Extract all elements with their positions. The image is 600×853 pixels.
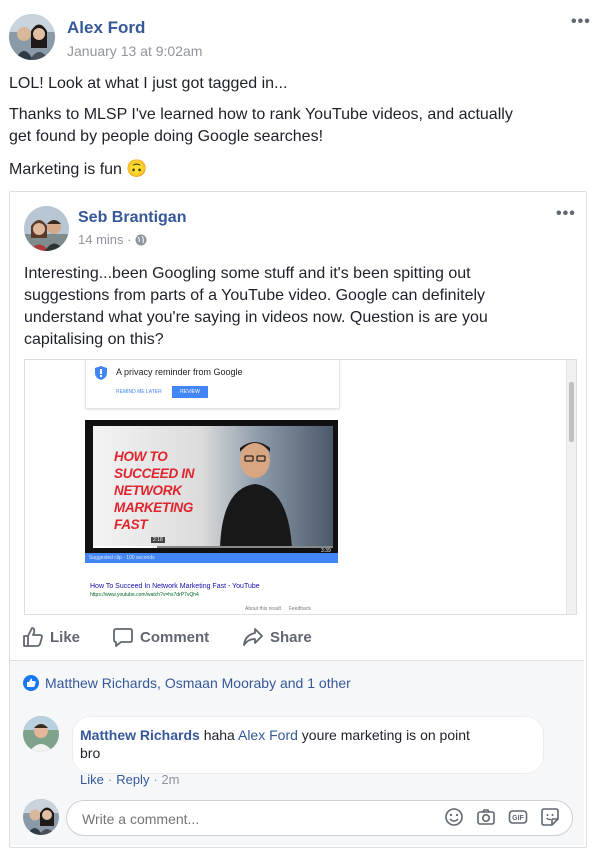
suggested-clip-bar: Suggested clip · 100 seconds — [85, 553, 338, 563]
comment-time[interactable]: · 2m — [153, 772, 179, 787]
commenter-avatar[interactable] — [23, 716, 59, 752]
svg-text:GIF: GIF — [512, 815, 524, 822]
author-avatar[interactable] — [9, 14, 55, 60]
remind-me-later-button: REMIND ME LATER — [116, 389, 162, 395]
marketing-text: Marketing is fun — [9, 161, 122, 178]
post-line-1: LOL! Look at what I just got tagged in..… — [9, 75, 288, 92]
reactions-summary[interactable]: Matthew Richards, Osmaan Mooraby and 1 o… — [23, 675, 351, 691]
shared-author-name[interactable]: Seb Brantigan — [78, 209, 186, 227]
privacy-reminder-title: A privacy reminder from Google — [116, 367, 243, 377]
comment-text-rest: youre marketing is on point — [301, 727, 470, 743]
privacy-reminder-card: A privacy reminder from Google REMIND ME… — [85, 360, 340, 409]
gif-icon[interactable]: GIF — [508, 807, 528, 827]
like-button[interactable]: Like — [22, 626, 80, 648]
shared-options-button[interactable]: ••• — [556, 205, 576, 223]
video-title-line: HOW TO — [114, 449, 168, 464]
video-person-illustration — [220, 442, 292, 548]
feedback-text: Feedback — [288, 606, 311, 612]
video-title-overlay: HOW TO SUCCEED IN NETWORK MARKETING FAST — [114, 448, 195, 533]
shared-author-avatar[interactable] — [24, 206, 69, 251]
post-timestamp[interactable]: January 13 at 9:02am — [67, 43, 202, 59]
comment-meta: Like · Reply · 2m — [80, 772, 179, 787]
shared-image[interactable]: A privacy reminder from Google REMIND ME… — [24, 359, 577, 615]
result-footer: About this result Feedback — [245, 606, 311, 612]
share-label: Share — [270, 628, 312, 646]
post-line-3: get found by people doing Google searche… — [9, 128, 324, 145]
video-thumbnail: HOW TO SUCCEED IN NETWORK MARKETING FAST… — [85, 420, 338, 563]
upside-down-face-emoji-icon: 🙃 — [126, 159, 148, 178]
reactions-names: Matthew Richards, Osmaan Mooraby and 1 o… — [45, 675, 351, 691]
video-progress-fill — [93, 546, 157, 548]
post-line-2: Thanks to MLSP I've learned how to rank … — [9, 106, 513, 123]
share-button[interactable]: Share — [242, 626, 312, 648]
emoji-icon[interactable] — [444, 807, 464, 827]
current-user-avatar[interactable] — [23, 799, 59, 835]
comment-meta-dot: · — [107, 772, 113, 787]
like-label: Like — [50, 628, 81, 646]
share-arrow-icon — [243, 628, 263, 646]
comment-reply-link[interactable]: Reply — [116, 772, 149, 787]
comment-bubble-icon — [113, 628, 133, 647]
review-button: REVIEW — [172, 386, 208, 398]
video-title-line: SUCCEED IN — [114, 466, 195, 481]
thumbs-up-icon — [23, 627, 43, 647]
sticker-icon[interactable] — [540, 807, 560, 827]
screenshot-scrollbar — [566, 360, 576, 614]
post-line-4: Marketing is fun 🙃 — [9, 158, 148, 181]
post-options-button[interactable]: ••• — [571, 13, 591, 31]
shared-time-text: 14 mins · — [78, 232, 132, 247]
result-title: How To Succeed In Network Marketing Fast… — [90, 583, 260, 590]
comment-mention[interactable]: Alex Ford — [238, 727, 298, 743]
comment-input-tools: GIF — [444, 807, 560, 827]
post-author-name[interactable]: Alex Ford — [67, 18, 145, 38]
comment-like-link[interactable]: Like — [80, 772, 104, 787]
shared-post-time[interactable]: 14 mins · — [78, 232, 147, 247]
about-result-text: About this result — [245, 606, 281, 612]
video-title-line: FAST — [114, 517, 148, 532]
video-title-line: MARKETING — [114, 500, 194, 515]
globe-icon — [135, 234, 147, 245]
like-reaction-icon — [23, 675, 39, 691]
comment-input[interactable] — [80, 808, 434, 830]
shared-line-3: understand what you're saying in videos … — [24, 309, 488, 326]
comment-text: Matthew Richards haha Alex Ford youre ma… — [80, 726, 530, 762]
comment-text-start: haha — [203, 727, 235, 743]
shield-icon — [95, 366, 107, 380]
comment-button[interactable]: Comment — [112, 626, 209, 648]
result-url: https://www.youtube.com/watch?v=hs7drP7v… — [90, 592, 199, 598]
camera-icon[interactable] — [476, 807, 496, 827]
shared-line-2: suggestions from parts of a YouTube vide… — [24, 287, 486, 304]
comment-author[interactable]: Matthew Richards — [80, 727, 200, 743]
suggested-clip-text: Suggested clip · 100 seconds — [89, 555, 155, 561]
video-title-line: NETWORK — [114, 483, 182, 498]
comment-text-end: bro — [80, 745, 101, 761]
shared-line-1: Interesting...been Googling some stuff a… — [24, 265, 471, 282]
comment-label: Comment — [140, 628, 210, 646]
video-time-start: 2:18 — [151, 537, 165, 543]
shared-line-4: capitalising on this? — [24, 331, 164, 348]
